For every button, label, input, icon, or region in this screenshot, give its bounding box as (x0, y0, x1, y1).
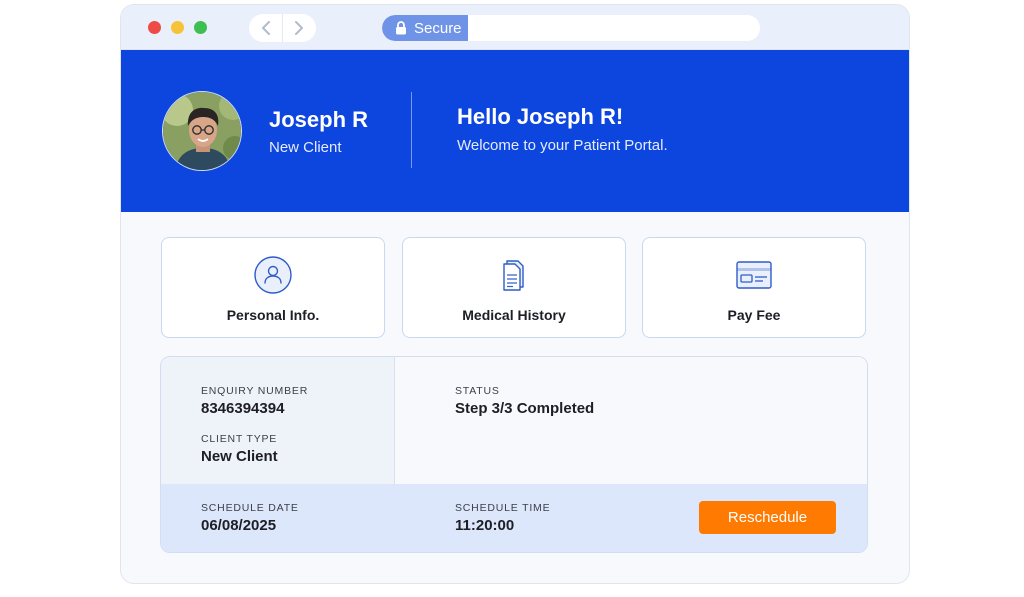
forward-button[interactable] (282, 14, 315, 42)
welcome-message: Welcome to your Patient Portal. (457, 137, 668, 154)
close-window-dot[interactable] (148, 21, 161, 34)
schedule-time-label: SCHEDULE TIME (455, 502, 551, 514)
credit-card-icon (736, 261, 772, 289)
enquiry-number-label: ENQUIRY NUMBER (201, 385, 309, 397)
pay-fee-label: Pay Fee (727, 307, 781, 323)
maximize-window-dot[interactable] (194, 21, 207, 34)
chevron-left-icon (261, 21, 270, 35)
address-bar[interactable]: Secure (382, 15, 760, 41)
status-label: STATUS (455, 385, 500, 397)
greeting-heading: Hello Joseph R! (457, 104, 624, 129)
user-icon (254, 256, 292, 294)
schedule-section: SCHEDULE DATE 06/08/2025 SCHEDULE TIME 1… (161, 484, 867, 552)
browser-window: Secure Joseph R New Client Hello Joseph … (120, 4, 910, 584)
schedule-time-value: 11:20:00 (455, 517, 515, 534)
reschedule-button[interactable]: Reschedule (699, 501, 836, 534)
chevron-right-icon (295, 21, 303, 35)
welcome-banner: Joseph R New Client Hello Joseph R! Welc… (121, 50, 909, 212)
secure-label: Secure (414, 19, 462, 37)
browser-toolbar: Secure (121, 5, 909, 50)
pay-fee-card[interactable]: Pay Fee (642, 237, 866, 338)
document-icon (503, 260, 524, 291)
medical-history-label: Medical History (462, 307, 566, 323)
personal-info-card[interactable]: Personal Info. (161, 237, 385, 338)
history-nav (249, 14, 316, 42)
avatar (162, 91, 242, 171)
medical-history-card[interactable]: Medical History (402, 237, 626, 338)
enquiry-number-value: 8346394394 (201, 400, 285, 417)
lock-icon (396, 21, 406, 35)
status-section: STATUS Step 3/3 Completed (395, 357, 867, 484)
user-role: New Client (269, 139, 342, 156)
user-name: Joseph R (269, 107, 369, 132)
appointment-details: ENQUIRY NUMBER 8346394394 CLIENT TYPE Ne… (160, 356, 868, 553)
client-type-label: CLIENT TYPE (201, 433, 278, 445)
minimize-window-dot[interactable] (171, 21, 184, 34)
client-info-section: ENQUIRY NUMBER 8346394394 CLIENT TYPE Ne… (161, 357, 395, 484)
banner-divider (411, 92, 412, 168)
status-value: Step 3/3 Completed (455, 400, 595, 417)
secure-badge: Secure (382, 15, 468, 41)
back-button[interactable] (249, 14, 282, 42)
client-type-value: New Client (201, 448, 278, 465)
schedule-date-value: 06/08/2025 (201, 517, 277, 534)
personal-info-label: Personal Info. (226, 307, 320, 323)
schedule-date-label: SCHEDULE DATE (201, 502, 299, 514)
